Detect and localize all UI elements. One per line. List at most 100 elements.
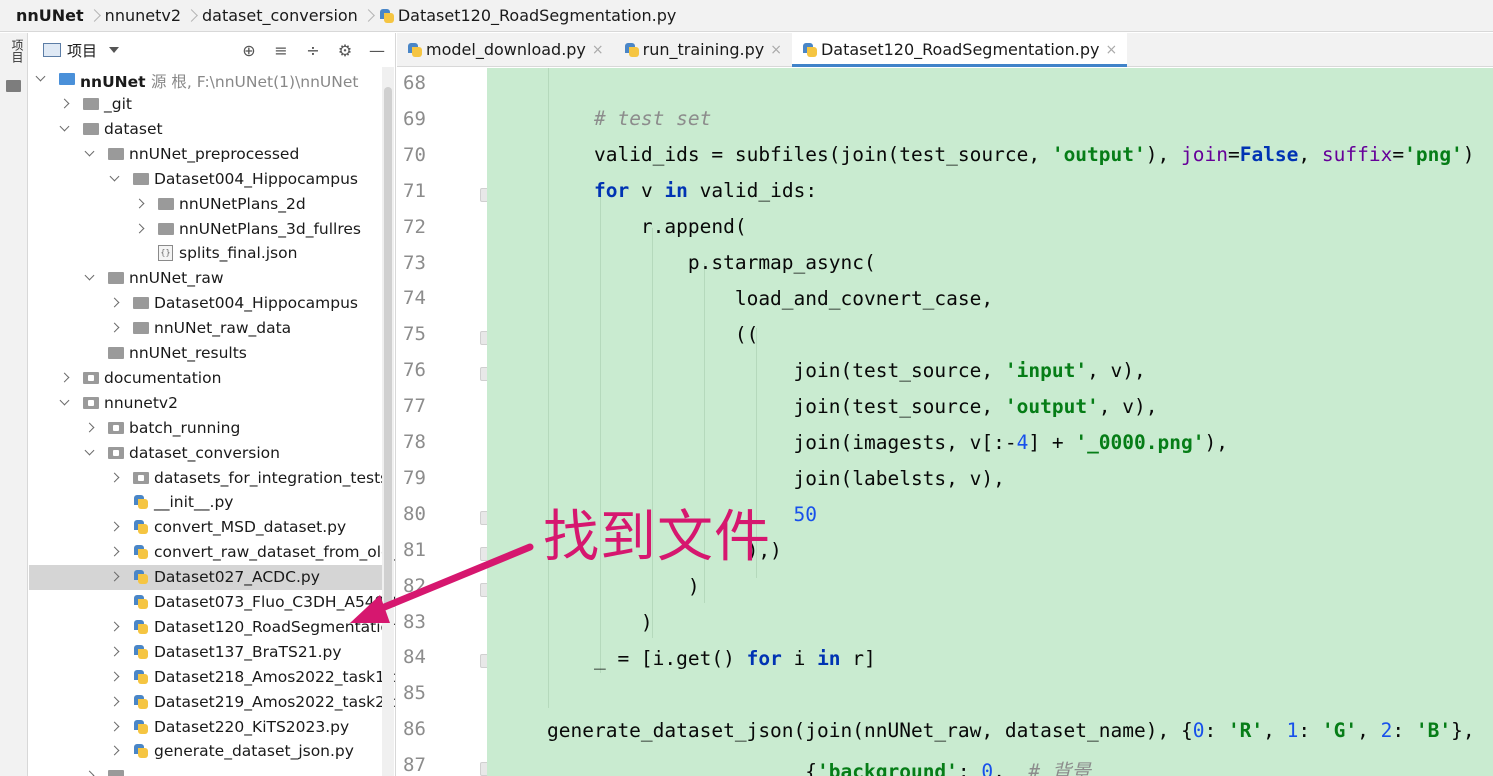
tree-item[interactable]: convert_MSD_dataset.py	[29, 515, 389, 540]
code-line: valid_ids = subfiles(join(test_source, '…	[547, 143, 1475, 166]
tree-item[interactable]: generate_dataset_json.py	[29, 739, 389, 764]
tree-item[interactable]: Dataset120_RoadSegmentation.	[29, 615, 395, 640]
hide-panel-icon[interactable]: —	[368, 41, 386, 60]
tree-item[interactable]: nnunetv2	[29, 391, 389, 416]
chevron-right-icon[interactable]	[59, 372, 70, 383]
chevron-right-icon[interactable]	[109, 546, 120, 557]
folder-icon[interactable]	[6, 80, 21, 92]
chevron-right-icon[interactable]	[134, 198, 145, 209]
python-file-icon	[802, 42, 818, 58]
tree-item[interactable]: nnUNetPlans_3d_fullres	[29, 217, 389, 242]
tree-item[interactable]: nnUNet_results	[29, 341, 389, 366]
breadcrumb-item-project[interactable]: nnUNet	[16, 6, 84, 25]
line-number: 79	[403, 466, 426, 489]
scrollbar-thumb[interactable]	[384, 87, 392, 607]
tree-item[interactable]: Dataset004_Hippocampus	[29, 291, 389, 316]
tree-item[interactable]: nnUNet_raw	[29, 266, 389, 291]
chevron-down-icon[interactable]	[84, 270, 95, 281]
tree-item[interactable]: Dataset218_Amos2022_task1.py	[29, 665, 395, 690]
chevron-right-icon[interactable]	[109, 721, 120, 732]
tree-item[interactable]: Dataset220_KiTS2023.py	[29, 715, 389, 740]
gear-icon[interactable]: ⚙	[336, 41, 354, 60]
chevron-right-icon[interactable]	[59, 98, 70, 109]
tree-item[interactable]: dataset_conversion	[29, 441, 389, 466]
chevron-down-icon[interactable]	[35, 71, 46, 82]
chevron-down-icon[interactable]	[84, 146, 95, 157]
line-number: 74	[403, 287, 426, 310]
tree-item[interactable]: dataset	[29, 117, 389, 142]
breadcrumb-item-file[interactable]: Dataset120_RoadSegmentation.py	[398, 6, 677, 25]
chevron-down-icon[interactable]	[109, 47, 120, 53]
chevron-right-icon[interactable]	[84, 422, 95, 433]
chevron-right-icon[interactable]	[109, 521, 120, 532]
tree-item[interactable]: nnUNet_preprocessed	[29, 142, 389, 167]
project-panel-header: 项目 ⊕ ≡ ÷ ⚙ —	[29, 33, 395, 67]
tree-item[interactable]: Dataset219_Amos2022_task2.py	[29, 690, 395, 715]
python-file-icon	[133, 594, 149, 610]
line-number: 68	[403, 72, 426, 94]
close-icon[interactable]: ×	[770, 42, 782, 58]
breadcrumb-item-dataset-conversion[interactable]: dataset_conversion	[202, 6, 358, 25]
tree-item[interactable]: __init__.py	[29, 490, 389, 515]
code-editor[interactable]: 68 69 70 71 72 73 74 75 76 77 78 79 80 81 82 83 84 85 86 87…	[397, 68, 1493, 776]
tab-run-training[interactable]: run_training.py ×	[614, 33, 792, 66]
python-file-icon	[133, 544, 149, 560]
tree-item-label: dataset	[104, 120, 163, 138]
tab-label: run_training.py	[642, 40, 765, 59]
chevron-down-icon[interactable]	[84, 445, 95, 456]
tree-item[interactable]: nnUNetPlans_2d	[29, 192, 389, 217]
folder-icon	[158, 223, 174, 235]
breadcrumb-item-nnunetv2[interactable]: nnunetv2	[105, 6, 181, 25]
tree-item[interactable]: {} splits_final.json	[29, 241, 389, 266]
package-folder-icon	[83, 372, 99, 384]
chevron-right-icon[interactable]	[109, 571, 120, 582]
line-number: 80	[403, 502, 426, 525]
tree-item[interactable]: Dataset137_BraTS21.py	[29, 640, 389, 665]
tree-item[interactable]: documentation	[29, 366, 389, 391]
tree-item[interactable]: Dataset027_ACDC.py	[29, 565, 389, 590]
collapse-all-icon[interactable]: ÷	[304, 41, 322, 60]
chevron-down-icon[interactable]	[59, 395, 70, 406]
project-tool-window-button[interactable]: 项目	[3, 39, 24, 63]
chevron-right-icon[interactable]	[84, 770, 95, 776]
folder-icon	[133, 322, 149, 334]
tree-item[interactable]: nnUNet_raw_data	[29, 316, 389, 341]
tree-item-label: Dataset137_BraTS21.py	[154, 643, 342, 661]
chevron-down-icon[interactable]	[59, 121, 70, 132]
tree-item-label: Dataset004_Hippocampus	[154, 170, 359, 188]
chevron-right-icon[interactable]	[134, 223, 145, 234]
python-file-icon	[133, 669, 149, 685]
close-icon[interactable]: ×	[592, 42, 604, 58]
chevron-right-icon[interactable]	[109, 322, 120, 333]
tree-item[interactable]: ... ..	[29, 764, 389, 776]
chevron-right-icon[interactable]	[109, 472, 120, 483]
chevron-right-icon[interactable]	[109, 297, 120, 308]
chevron-right-icon[interactable]	[109, 646, 120, 657]
tree-item[interactable]: _git	[29, 92, 389, 117]
tree-item[interactable]: datasets_for_integration_tests	[29, 466, 389, 491]
tree-item[interactable]: Dataset073_Fluo_C3DH_A549_SI	[29, 590, 395, 615]
tree-item[interactable]: convert_raw_dataset_from_old_n	[29, 540, 395, 565]
tab-model-download[interactable]: model_download.py ×	[397, 33, 614, 66]
tree-item[interactable]: batch_running	[29, 416, 389, 441]
chevron-down-icon[interactable]	[109, 171, 120, 182]
project-scrollbar[interactable]	[382, 67, 394, 776]
line-number: 78	[403, 431, 426, 453]
chevron-right-icon[interactable]	[109, 745, 120, 756]
chevron-right-icon[interactable]	[109, 696, 120, 707]
tree-item[interactable]: Dataset004_Hippocampus	[29, 167, 389, 192]
python-file-icon	[133, 743, 149, 759]
code-area[interactable]: # test set valid_ids = subfiles(join(tes…	[487, 68, 1493, 776]
project-view-selector[interactable]: 项目	[67, 40, 97, 61]
expand-all-icon[interactable]: ≡	[272, 41, 290, 60]
python-file-icon	[624, 42, 640, 58]
tree-item-label: Dataset004_Hippocampus	[154, 294, 359, 312]
tree-item-root[interactable]: nnUNet 源 根, F:\nnUNet(1)\nnUNet	[29, 67, 389, 92]
tree-item-label: Dataset027_ACDC.py	[154, 568, 320, 586]
chevron-right-icon[interactable]	[109, 671, 120, 682]
close-icon[interactable]: ×	[1105, 42, 1117, 58]
locate-file-icon[interactable]: ⊕	[240, 41, 258, 60]
chevron-right-icon[interactable]	[109, 621, 120, 632]
tab-dataset120-roadsegmentation[interactable]: Dataset120_RoadSegmentation.py ×	[791, 33, 1128, 67]
breadcrumb-separator-icon	[187, 8, 196, 24]
